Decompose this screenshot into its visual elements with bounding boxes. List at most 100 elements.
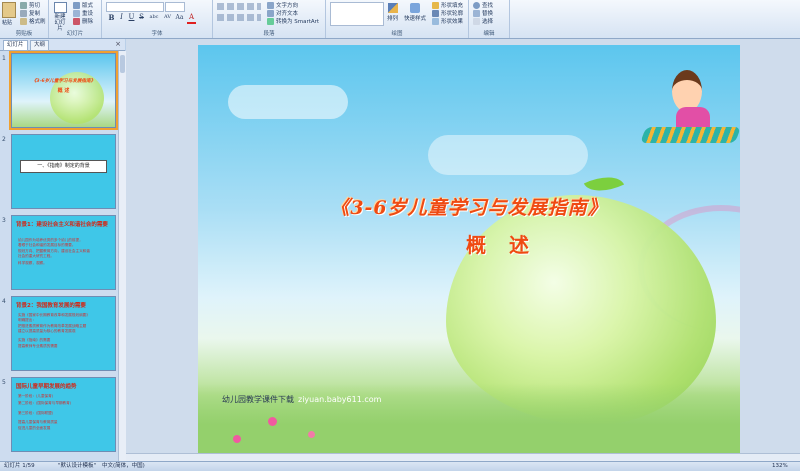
font-name-box[interactable] bbox=[106, 2, 164, 12]
slide-number: 2 bbox=[2, 136, 6, 143]
new-slide-button[interactable]: 新建幻灯片 bbox=[52, 2, 68, 32]
thumb-line: 规划方向、把握教育方向，建设社会主义和谐 bbox=[18, 249, 90, 253]
reset-button[interactable]: 重设 bbox=[73, 9, 93, 17]
italic-button[interactable]: I bbox=[117, 13, 126, 22]
flower-decoration bbox=[233, 435, 241, 443]
slides-group: 新建幻灯片 版式 重设 删除 幻灯片 bbox=[49, 0, 102, 38]
thumb-line: 第二阶段：(国际保育与早期教育) bbox=[18, 401, 72, 405]
slide-subtitle[interactable]: 概 述 bbox=[466, 229, 537, 258]
thumb-line: 第一阶段：(儿童保育) bbox=[18, 394, 54, 398]
flying-carpet bbox=[640, 127, 740, 143]
thumb-title: 《3-6岁儿童学习与发展指南》 bbox=[31, 79, 96, 84]
font-size-box[interactable] bbox=[165, 2, 185, 12]
thumb-line: 实施《指南》的需要 bbox=[18, 338, 51, 342]
layout-button[interactable]: 版式 bbox=[73, 1, 93, 9]
font-group-label: 字体 bbox=[151, 31, 163, 37]
thumb-line: 科学观察，观察。 bbox=[18, 261, 47, 265]
thumb-line: 第三阶段：(国际联盟) bbox=[18, 411, 54, 415]
align-text-icon bbox=[267, 10, 274, 17]
arrange-icon bbox=[387, 3, 398, 13]
drawing-group-label: 绘图 bbox=[391, 31, 403, 37]
thumbnail-scrollbar[interactable] bbox=[118, 51, 126, 461]
main-slide[interactable]: 《3-6岁儿童学习与发展指南》 概 述 幼儿园教学课件下载 ziyuan.baby… bbox=[198, 45, 740, 453]
strikethrough-button[interactable]: S bbox=[137, 13, 146, 22]
arrange-button[interactable]: 排列 bbox=[387, 3, 398, 22]
slide-thumbnail-panel: 1 《3-6岁儿童学习与发展指南》 概 述 2 一、《指南》制定的背景 3 背景… bbox=[0, 51, 118, 461]
shape-outline-button[interactable]: 形状轮廓 bbox=[432, 9, 463, 17]
paste-button[interactable]: 粘贴 bbox=[2, 2, 16, 26]
cut-button[interactable]: 剪切 bbox=[20, 1, 40, 9]
paragraph-group-label: 段落 bbox=[263, 31, 275, 37]
shapes-gallery[interactable] bbox=[330, 2, 384, 26]
thumb-title: 背景2：我国教育发展的需要 bbox=[16, 303, 86, 309]
replace-button[interactable]: 替换 bbox=[473, 9, 493, 17]
slide-number: 3 bbox=[2, 217, 6, 224]
fill-icon bbox=[432, 2, 439, 9]
new-slide-icon bbox=[53, 2, 67, 13]
girl-illustration bbox=[672, 70, 702, 112]
replace-icon bbox=[473, 10, 480, 17]
cloud-decoration bbox=[228, 85, 348, 119]
text-direction-icon bbox=[267, 2, 274, 9]
underline-button[interactable]: U bbox=[127, 13, 136, 22]
copy-button[interactable]: 复制 bbox=[20, 9, 40, 17]
outline-icon bbox=[432, 10, 439, 17]
quick-styles-button[interactable]: 快速样式 bbox=[404, 3, 426, 22]
bold-button[interactable]: B bbox=[107, 13, 116, 22]
convert-smartart-button[interactable]: 转换为 SmartArt bbox=[267, 17, 319, 25]
select-button[interactable]: 选择 bbox=[473, 17, 493, 25]
shape-effects-button[interactable]: 形状效果 bbox=[432, 17, 463, 25]
copy-icon bbox=[20, 10, 27, 17]
quick-styles-icon bbox=[410, 3, 420, 13]
bullets-button[interactable] bbox=[217, 3, 261, 10]
find-icon bbox=[473, 2, 480, 9]
delete-icon bbox=[73, 18, 80, 25]
thumb-line: 实施《国家中长期教育改革和发展规划纲要》 bbox=[18, 313, 90, 317]
format-painter-button[interactable]: 格式刷 bbox=[20, 17, 46, 25]
thumb-line: 建立以提高质量为核心的教育发展观 bbox=[18, 329, 76, 333]
tab-slides[interactable]: 幻灯片 bbox=[3, 40, 28, 51]
close-icon[interactable]: × bbox=[115, 40, 121, 49]
thumb-line: 把推进素质教育作为教育改革发展战略主题 bbox=[18, 324, 87, 328]
tab-outline[interactable]: 大纲 bbox=[30, 40, 50, 51]
char-spacing-button[interactable]: AV bbox=[163, 13, 172, 22]
slides-group-label: 幻灯片 bbox=[66, 31, 84, 37]
align-text-button[interactable]: 对齐文本 bbox=[267, 9, 298, 17]
thumb-line: 着眼于社会和谐的发展目标的需要。 bbox=[18, 243, 76, 247]
editing-group: 查找 替换 选择 编辑 bbox=[469, 0, 510, 38]
slide-footer: 幼儿园教学课件下载 ziyuan.baby611.com bbox=[222, 394, 381, 405]
font-color-button[interactable]: A bbox=[187, 13, 196, 24]
thumb-line: 幼儿园作为培养优秀的多个幼儿的前提， bbox=[18, 238, 83, 242]
slide-thumbnail-5[interactable]: 国际儿童早期发展的趋势 第一阶段：(儿童保育) 第二阶段：(国际保育与早期教育)… bbox=[11, 377, 116, 452]
paragraph-group: 文字方向 对齐文本 转换为 SmartArt 段落 bbox=[213, 0, 326, 38]
layout-icon bbox=[73, 2, 80, 9]
slide-thumbnail-4[interactable]: 背景2：我国教育发展的需要 实施《国家中长期教育改革和发展规划纲要》 明确提出：… bbox=[11, 296, 116, 371]
text-direction-button[interactable]: 文字方向 bbox=[267, 1, 298, 9]
slide-thumbnail-2[interactable]: 一、《指南》制定的背景 bbox=[11, 134, 116, 209]
thumb-title: 国际儿童早期发展的趋势 bbox=[16, 384, 77, 390]
shape-fill-button[interactable]: 形状填充 bbox=[432, 1, 463, 9]
editing-group-label: 编辑 bbox=[483, 31, 495, 37]
thumb-title: 一、《指南》制定的背景 bbox=[37, 163, 90, 169]
thumb-subtitle: 概 述 bbox=[57, 88, 70, 94]
change-case-button[interactable]: Aa bbox=[175, 13, 184, 22]
slide-thumbnail-3[interactable]: 背景1：建设社会主义和谐社会的需要 幼儿园作为培养优秀的多个幼儿的前提， 着眼于… bbox=[11, 215, 116, 290]
drawing-group: 排列 快速样式 形状填充 形状轮廓 形状效果 绘图 bbox=[326, 0, 469, 38]
scissors-icon bbox=[20, 2, 27, 9]
thumb-line: 提高教师专业素质的需要 bbox=[18, 344, 58, 348]
thumb-line: 社会的重大研究工程。 bbox=[18, 254, 54, 258]
scrollbar-thumb[interactable] bbox=[120, 55, 125, 73]
delete-slide-button[interactable]: 删除 bbox=[73, 17, 93, 25]
smartart-icon bbox=[267, 18, 274, 25]
thumb-line: 促进儿童的全面发展 bbox=[18, 426, 51, 430]
slide-thumbnail-1[interactable]: 《3-6岁儿童学习与发展指南》 概 述 bbox=[9, 51, 118, 130]
font-group: B I U S abc AV Aa A 字体 bbox=[102, 0, 213, 38]
slide-title[interactable]: 《3-6岁儿童学习与发展指南》 bbox=[198, 193, 740, 220]
find-button[interactable]: 查找 bbox=[473, 1, 493, 9]
ribbon: 粘贴 剪切 复制 格式刷 剪贴板 新建幻灯片 版式 重设 删除 幻灯片 B I … bbox=[0, 0, 800, 39]
reset-icon bbox=[73, 10, 80, 17]
alignment-buttons[interactable] bbox=[217, 14, 261, 21]
shadow-button[interactable]: abc bbox=[147, 13, 161, 22]
slide-number: 1 bbox=[2, 55, 6, 62]
slide-number: 4 bbox=[2, 298, 6, 305]
